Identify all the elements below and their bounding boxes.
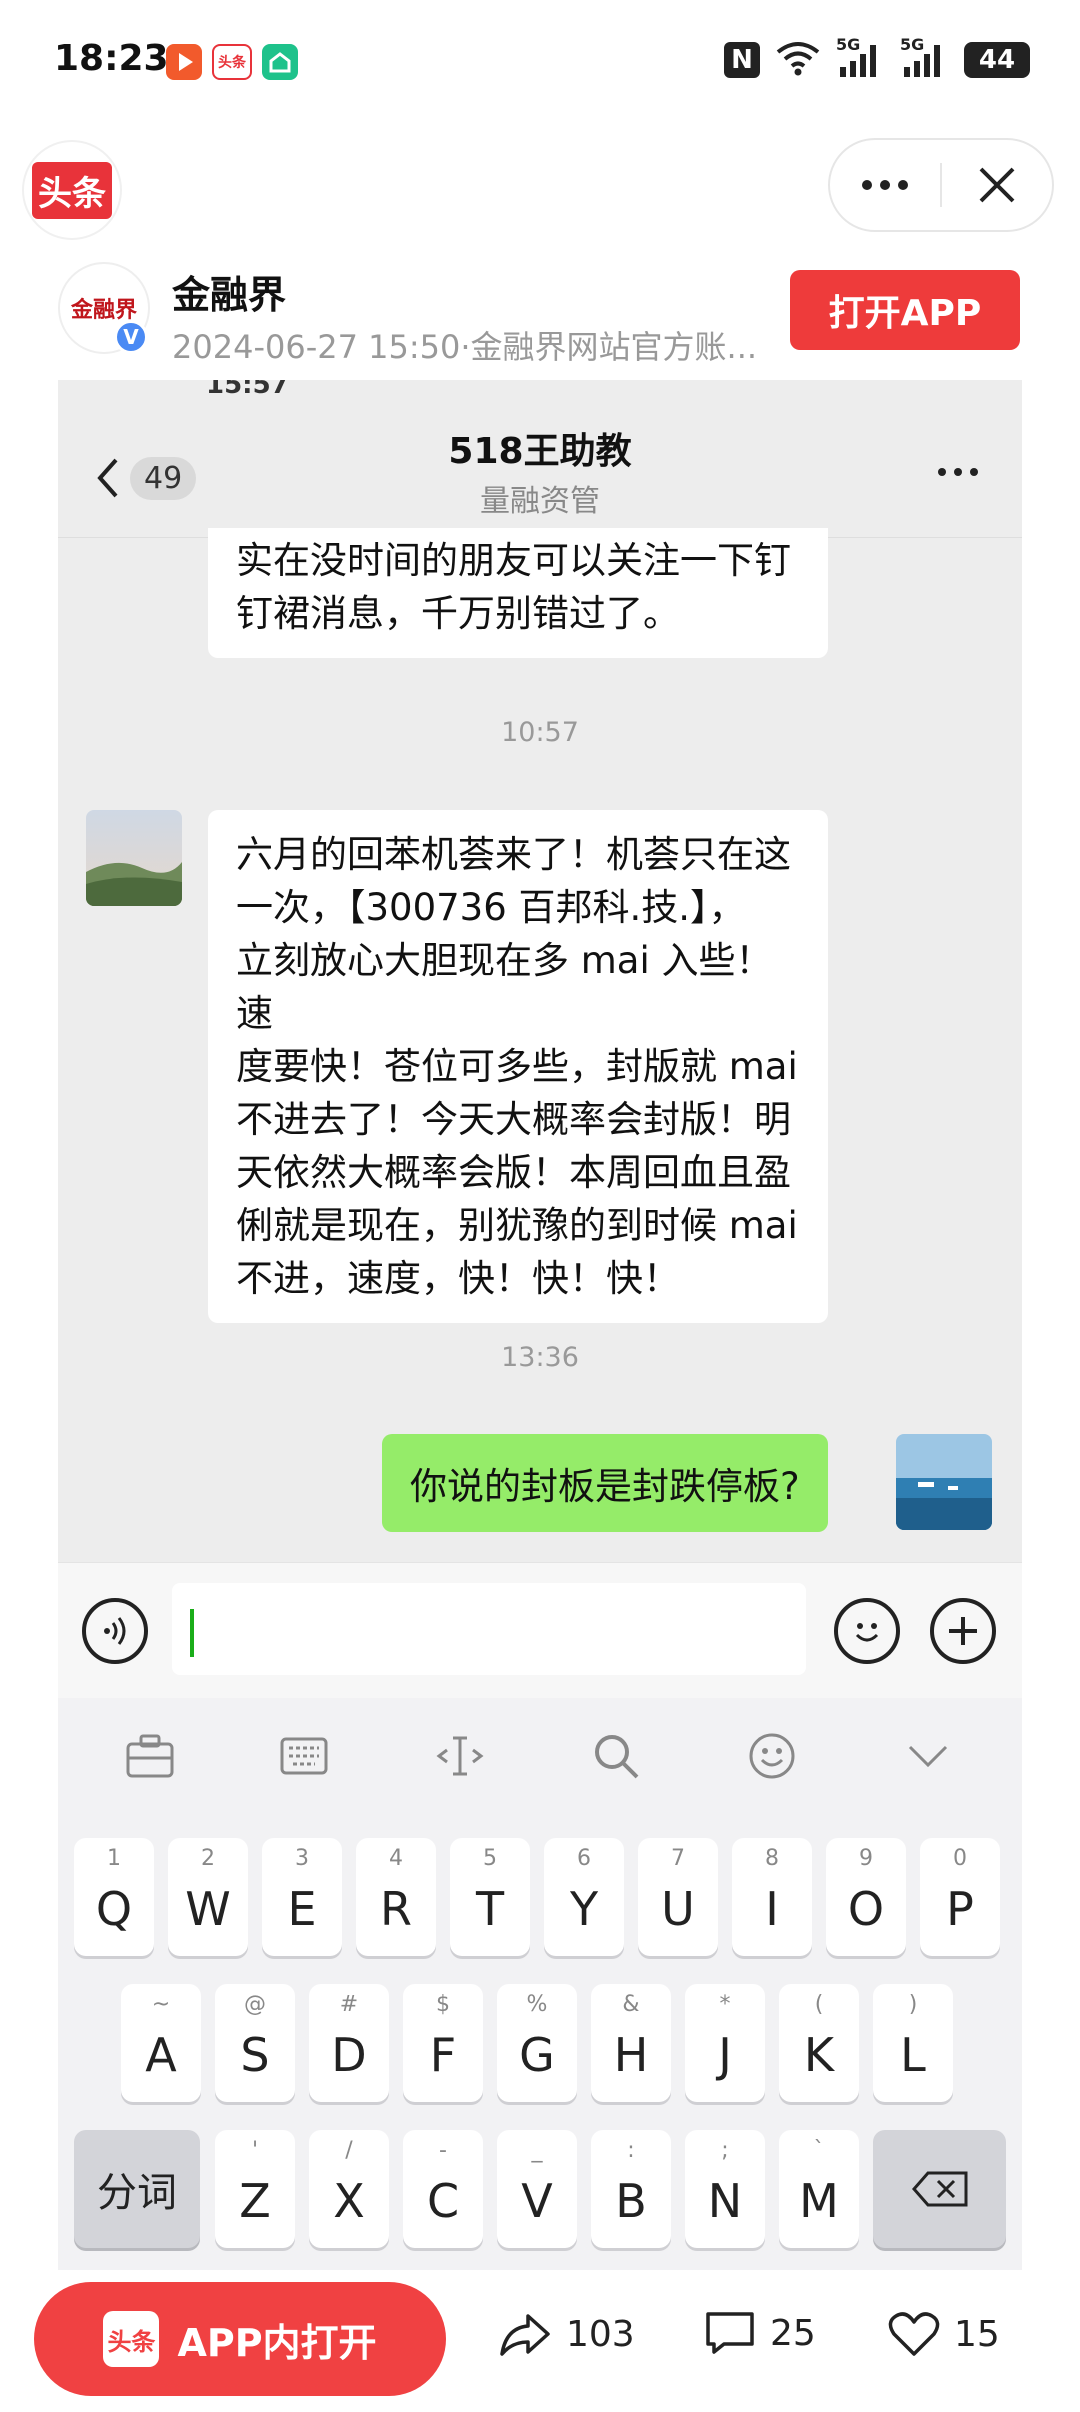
key-s: @ S [215,1984,295,2102]
bottom-bar: 头条 APP内打开 103 25 15 [0,2270,1080,2412]
embedded-status-bar: 15:57 [58,380,1022,410]
home-app-icon [262,44,298,80]
chat-input-bar [58,1562,1022,1698]
key-i: 8I [732,1838,812,1956]
share-icon [500,2314,550,2356]
sender-avatar [86,810,182,906]
post-meta: 2024-06-27 15:50·金融界网站官方账... [172,328,758,366]
time-label: 10:57 [501,717,579,748]
key-t: 5T [450,1838,530,1956]
share-button[interactable]: 103 [498,2310,635,2358]
signal-icon-1: 5G [836,35,884,79]
heart-icon [888,2312,940,2356]
key-c: -C [403,2130,483,2248]
time-label: 13:36 [501,1342,579,1373]
key-a: ~ A [121,1984,201,2102]
key-n: ; N [685,2130,765,2248]
chat-subtitle: 量融资管 [480,484,600,519]
wifi-icon [776,40,820,80]
more-button[interactable] [830,180,940,190]
mini-program-capsule [828,138,1054,232]
key-u: 7U [638,1838,718,1956]
key-y: 6Y [544,1838,624,1956]
chat-header: 49 518王助教 量融资管 [58,410,1022,538]
key-e: 3E [262,1838,342,1956]
chat-title: 518王助教 [448,431,632,472]
plus-icon [930,1598,996,1664]
key-g: % G [497,1984,577,2102]
keyboard: 1Q 2W 3E 4R 5T 6Y 7U 8I 9O 0P ~ A @ S # D $… [58,1698,1022,2270]
key-j: * J [685,1984,765,2102]
key-q: 1Q [74,1838,154,1956]
message-bubble: 六月的回苯机荟来了！机荟只在这 一次，【300736 百邦科.技.】， 立刻放心… [208,810,828,1323]
keyboard-icon [274,1728,334,1784]
key-f: $ F [403,1984,483,2102]
chat-more-icon [938,468,978,476]
comment-icon [706,2312,754,2354]
share-count: 103 [566,2313,635,2355]
status-time: 18:23 [54,38,169,79]
key-v: _ V [497,2130,577,2248]
my-message-bubble: 你说的封板是封跌停板? [382,1434,828,1532]
key-x: / X [309,2130,389,2248]
key-k: (K [779,1984,859,2102]
emoji-keyboard-icon [742,1728,802,1784]
message-bubble-partial: 实在没时间的朋友可以关注一下钉 钉裙消息，千万别错过了。 [208,528,828,658]
toutiao-mini-logo: 头条 [103,2311,160,2367]
key-d: # D [309,1984,389,2102]
embedded-screenshot: 15:57 49 518王助教 量融资管 实在没时间的朋友可以关注一下钉 钉裙消… [58,380,1022,2270]
message-input [172,1583,806,1675]
video-app-icon [166,44,202,80]
collapse-keyboard-icon [898,1728,958,1784]
comment-button[interactable]: 25 [704,2310,816,2356]
toutiao-logo[interactable]: 头条 [22,140,122,240]
like-count: 15 [954,2313,1000,2355]
emoji-icon [834,1598,900,1664]
key-m: ` M [779,2130,859,2248]
toutiao-app-icon: 头条 [212,44,252,80]
open-in-app-button[interactable]: 头条 APP内打开 [34,2282,446,2396]
like-button[interactable]: 15 [888,2310,1000,2358]
status-bar: 18:23 头条 N 5G 5G 44 [0,0,1080,120]
comment-count: 25 [770,2312,816,2354]
key-b: :B [591,2130,671,2248]
key-l: ) L [873,1984,953,2102]
key-z: ' Z [215,2130,295,2248]
close-button[interactable] [942,165,1052,205]
key-h: & H [591,1984,671,2102]
search-icon [586,1728,646,1784]
voice-icon [82,1598,148,1664]
my-avatar [896,1434,992,1530]
open-in-app-label: APP内打开 [177,2320,377,2365]
text-cursor [190,1609,194,1657]
close-icon [979,167,1015,203]
key-p: 0P [920,1838,1000,1956]
clipboard-icon [120,1728,180,1784]
key-w: 2W [168,1838,248,1956]
key-o: 9O [826,1838,906,1956]
signal-icon-2: 5G [900,35,948,79]
battery-icon: 44 [964,42,1030,78]
fenci-key: 分词 [74,2130,200,2248]
author-name[interactable]: 金融界 [172,264,286,319]
nfc-icon: N [724,42,760,78]
cursor-move-icon [430,1728,490,1784]
key-r: 4R [356,1838,436,1956]
verified-badge: V [114,320,148,354]
backspace-icon [911,2171,967,2207]
backspace-key [873,2130,1006,2248]
open-app-button[interactable]: 打开APP [790,270,1020,350]
